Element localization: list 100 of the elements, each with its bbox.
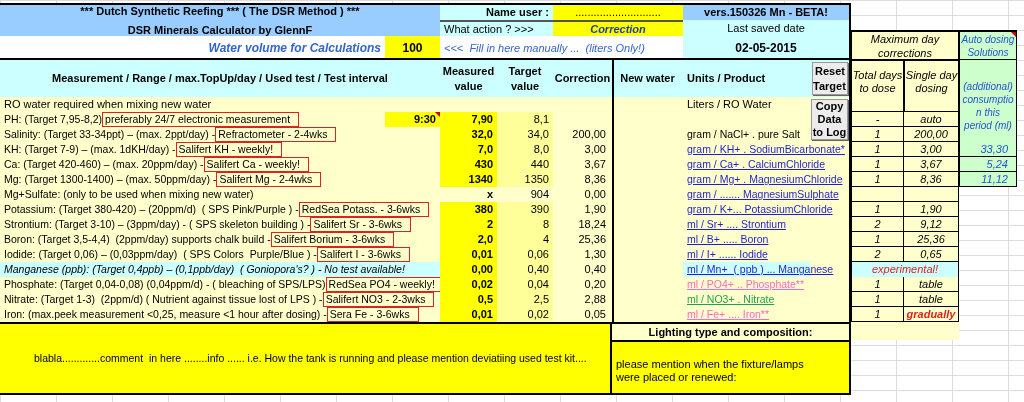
column-header: Target value [497, 60, 553, 97]
table-cell: 1 [851, 202, 904, 217]
app-title: *** Dutch Synthetic Reefing *** ( The DSR Method ) *** [80, 3, 360, 19]
test-kit-label: Salifert Borium - 3-6wks [270, 232, 395, 247]
measured-cell[interactable]: 2,0 [440, 232, 497, 247]
correction-cell-text: 2,88 [583, 292, 607, 307]
table-cell: 2 [851, 247, 904, 262]
product-link[interactable]: gram / K+... PotassiumChloride [687, 202, 833, 217]
table-cell: 1 [851, 307, 904, 322]
product-link[interactable]: gram / Ca+ . CalciumChloride [687, 157, 825, 172]
field-label: Last saved date [683, 20, 851, 36]
correction-cell-text: 8,36 [583, 172, 607, 187]
table-cell: 3,00 [904, 142, 959, 157]
table-header: Total days to dose [851, 60, 904, 112]
unit-label: Liters / RO Water [686, 97, 773, 112]
target-cell: 8,1 [497, 112, 553, 127]
table-cell: 1 [851, 142, 904, 157]
auto-dosing-cell: 11,12 [959, 172, 1017, 187]
reset-target-button[interactable]: Reset Target [812, 62, 848, 95]
measured-cell[interactable]: 380 [440, 202, 497, 217]
table-header: Auto dosing Solutions [959, 30, 1017, 60]
column-header: Measured value [440, 60, 497, 97]
table-cell: 1 [851, 232, 904, 247]
table-cell: 8,36 [904, 172, 959, 187]
measured-cell[interactable]: 0,02 [440, 277, 497, 292]
target-cell: 0,02 [497, 307, 553, 322]
copy-to-log-button[interactable]: Copy Data to Log [811, 99, 848, 140]
measured-cell[interactable]: 2 [440, 217, 497, 232]
test-kit-label: RedSea Potass. - 3-6wks [298, 202, 430, 217]
column-header: Correction [553, 60, 612, 97]
table-cell: 200,00 [904, 127, 959, 142]
table-cell: 1 [851, 127, 904, 142]
measured-cell[interactable]: 0,00 [440, 262, 497, 277]
field-label: Name user : [440, 3, 553, 20]
row-label: KH: (Target 7-9) – (max. 1dKH/day) - [3, 142, 176, 157]
target-cell: 34,0 [497, 127, 553, 142]
table-cell [851, 187, 904, 202]
name-field[interactable]: ............................ [553, 3, 683, 20]
product-link[interactable]: ml / I+ ...... Iodide [687, 247, 768, 262]
product-link[interactable]: gram / Mg+ . MagnesiumChloride [687, 172, 843, 187]
target-cell-text: 904 [529, 187, 550, 202]
target-cell: 8,0 [497, 142, 553, 157]
correction-cell-text: 18,24 [577, 217, 607, 232]
product-link[interactable]: ml / Mn+ ( ppb ) ... Manganese [687, 262, 834, 277]
table-cell: auto [904, 112, 959, 127]
product-link[interactable]: ml / B+ ..... Boron [687, 232, 769, 247]
correction-cell-text: 1,90 [583, 202, 607, 217]
product-link[interactable]: gram / KH+ . SodiumBicarbonate* [687, 142, 845, 157]
row-label: Strontium: (Target 3-10) – (3ppm/day) - ( SPS skeleton building ) - [3, 217, 311, 232]
app-subtitle: DSR Minerals Calculator by GlennF [127, 23, 313, 38]
lighting-field[interactable]: please mention when the fixture/lamps were placed or renewed: [612, 340, 851, 395]
target-cell: 0,40 [497, 262, 553, 277]
measured-cell[interactable]: 430 [440, 157, 497, 172]
correction-cell-text: 3,67 [583, 157, 607, 172]
table-cell: gradually [904, 307, 959, 322]
product-link[interactable]: ml / Sr+ .... Strontium [687, 217, 786, 232]
test-kit-label: Refractometer - 2-4wks [215, 127, 337, 142]
correction-cell-text: 0,00 [583, 187, 607, 202]
target-cell: 0,06 [497, 247, 553, 262]
table-cell: - [851, 112, 904, 127]
water-volume-field[interactable]: 100 [385, 36, 440, 60]
table-header: Single day dosing [904, 60, 959, 112]
row-label: Mg+Sulfate: (only to be used when mixing new water) [3, 187, 254, 202]
correction-cell-text: 0,20 [583, 277, 607, 292]
test-kit-label: Salifert Ca - weekly! [203, 157, 309, 172]
correction-cell-text: 1,30 [583, 247, 607, 262]
row-label: Boron: (Target 3,5-4,4) (2ppm/day) supports chalk build - [3, 232, 271, 247]
target-cell: 8 [497, 217, 553, 232]
measured-cell[interactable]: 0,01 [440, 247, 497, 262]
auto-dosing-cell: 33,30 [959, 142, 1017, 157]
column-header: New water [612, 60, 683, 97]
version-label: vers.150326 Mn - BETA! [683, 3, 851, 20]
test-kit-label: Salifert KH - weekly! [175, 142, 283, 157]
measured-cell[interactable]: 0,5 [440, 292, 497, 307]
section-header: Lighting type and composition: [612, 322, 851, 340]
correction-cell-text: 200,00 [571, 127, 607, 142]
table-cell: 1 [851, 172, 904, 187]
comment-field[interactable]: blabla.............comment in here ........info ...... i.e. How the tank is running and please mention deviatiing used test kit.... [0, 322, 612, 395]
field-label: What action ? >>> [440, 20, 553, 36]
target-cell: 4 [497, 232, 553, 247]
table-cell: 1 [851, 292, 904, 307]
row-label: Iodide: (Target 0,06) – (0,03ppm/day) ( SPS Colors Purple/Blue ) - [3, 247, 317, 262]
row-label: Mg: (Target 1300-1400) – (max. 50ppm/day) - [3, 172, 217, 187]
table-cell [904, 187, 959, 202]
test-kit-label: Salifert I - 3-6wks [316, 247, 410, 262]
row-label: Ca: (Target 420-460) – (max. 20ppm/day) - [3, 157, 204, 172]
product-link[interactable]: gram / ....... MagnesiumSulphate [687, 187, 839, 202]
measured-cell[interactable]: 7,0 [440, 142, 497, 157]
test-kit-label: preferably 24/7 electronic measurement [102, 112, 300, 127]
table-cell: 25,36 [904, 232, 959, 247]
measured-cell[interactable]: 32,0 [440, 127, 497, 142]
table-cell: 1 [851, 157, 904, 172]
correction-cell-text: 0,05 [583, 307, 607, 322]
unit-label: gram / NaCl+ . pure Salt [687, 127, 800, 142]
measured-cell[interactable]: x [440, 187, 497, 202]
measured-cell[interactable]: 7,90 [440, 112, 497, 127]
measured-cell[interactable]: 0,01 [440, 307, 497, 322]
measured-cell[interactable]: 1340 [440, 172, 497, 187]
action-field[interactable]: Correction [553, 20, 683, 36]
table-cell: table [904, 277, 959, 292]
